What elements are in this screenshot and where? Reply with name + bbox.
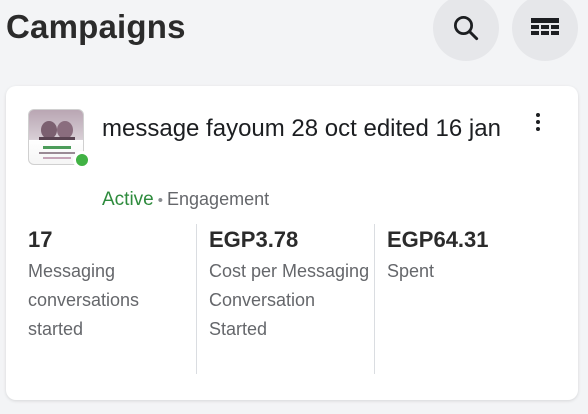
status-separator: • xyxy=(157,192,164,209)
metric-conversations: 17 Messaging conversations started xyxy=(28,224,196,374)
campaign-card[interactable]: message fayoum 28 oct edited 16 jan Acti… xyxy=(6,86,578,400)
metric-label: Messaging conversations started xyxy=(28,261,140,339)
campaign-status-line: Active • Engagement xyxy=(102,187,269,213)
more-options-button[interactable] xyxy=(526,108,550,136)
active-status-dot xyxy=(73,151,91,169)
metric-label: Spent xyxy=(387,261,435,281)
metric-value: EGP64.31 xyxy=(387,227,489,252)
metric-spent: EGP64.31 Spent xyxy=(374,224,554,374)
metric-value: 17 xyxy=(28,227,53,252)
page-title: Campaigns xyxy=(6,8,186,45)
metric-label: Cost per Messaging Conversation Started xyxy=(209,261,370,339)
metrics-row: 17 Messaging conversations started EGP3.… xyxy=(6,224,578,374)
more-vertical-icon xyxy=(536,113,540,131)
metric-value: EGP3.78 xyxy=(209,227,299,252)
table-view-icon xyxy=(531,18,559,35)
search-button[interactable] xyxy=(433,0,499,61)
campaign-name[interactable]: message fayoum 28 oct edited 16 jan xyxy=(102,112,512,146)
page-header: Campaigns xyxy=(0,0,588,70)
metric-cost-per-conversation: EGP3.78 Cost per Messaging Conversation … xyxy=(196,224,374,374)
campaign-thumbnail-wrap xyxy=(28,109,91,171)
table-view-button[interactable] xyxy=(512,0,578,61)
status-label: Active xyxy=(102,189,154,210)
search-icon xyxy=(454,16,479,41)
objective-label: Engagement xyxy=(167,189,270,209)
